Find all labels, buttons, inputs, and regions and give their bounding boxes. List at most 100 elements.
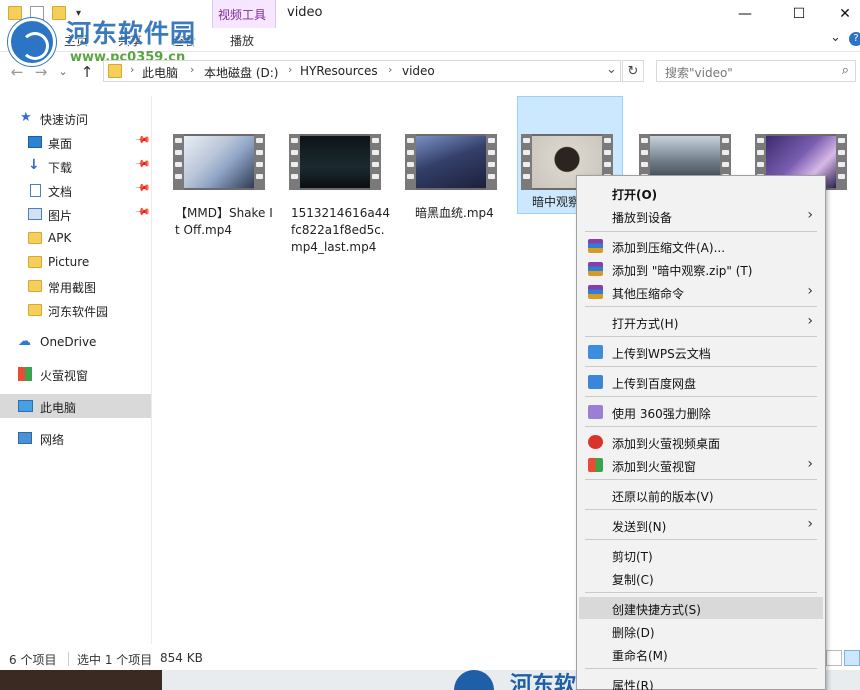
sidebar-item-screenshots[interactable]: 常用截图 <box>0 274 151 298</box>
menu-separator <box>585 592 817 593</box>
minimize-button[interactable]: — <box>722 0 768 28</box>
breadcrumb-separator[interactable]: › <box>388 63 392 76</box>
search-icon[interactable]: ⌕ <box>842 63 849 78</box>
search-input[interactable]: 搜索"video" <box>665 64 733 81</box>
menu-item-upload-baidu[interactable]: 上传到百度网盘 <box>579 371 823 393</box>
properties-icon[interactable] <box>30 6 44 20</box>
pin-icon[interactable]: 📌 <box>134 156 151 173</box>
breadcrumb-separator[interactable]: › <box>288 63 292 76</box>
menu-item-add-to-archive[interactable]: 添加到压缩文件(A)... <box>579 235 823 257</box>
help-icon[interactable]: ? <box>849 32 860 46</box>
menu-item-add-to-zip[interactable]: 添加到 "暗中观察.zip" (T) <box>579 258 823 280</box>
menu-separator <box>585 231 817 232</box>
video-tools-label: 视频工具 <box>218 8 267 22</box>
breadcrumb-separator[interactable]: › <box>130 63 134 76</box>
submenu-arrow-icon: › <box>807 283 813 299</box>
details-view-icon[interactable] <box>826 650 842 666</box>
video-thumbnail <box>405 134 497 190</box>
refresh-button[interactable]: ↻ <box>622 60 644 82</box>
pin-icon[interactable]: 📌 <box>134 132 151 149</box>
menu-item-label: 添加到火萤视频桌面 <box>612 437 721 451</box>
pin-icon[interactable]: 📌 <box>134 204 151 221</box>
file-name: 【MMD】Shake It Off.mp4 <box>175 206 273 237</box>
menu-separator <box>585 396 817 397</box>
sidebar-item-label: 图片 <box>48 209 73 223</box>
menu-item-send-to[interactable]: 发送到(N) › <box>579 514 823 536</box>
menu-item-upload-wps[interactable]: 上传到WPS云文档 <box>579 341 823 363</box>
sidebar-item-pictures[interactable]: 图片 📌 <box>0 202 151 226</box>
menu-item-create-shortcut[interactable]: 创建快捷方式(S) <box>579 597 823 619</box>
pin-icon[interactable]: 📌 <box>134 180 151 197</box>
submenu-arrow-icon: › <box>807 456 813 472</box>
file-name: 1513214616a44fc822a1f8ed5c.mp4_last.mp4 <box>291 206 390 254</box>
menu-item-huoying-desktop[interactable]: 添加到火萤视频桌面 <box>579 431 823 453</box>
file-item[interactable]: 1513214616a44fc822a1f8ed5c.mp4_last.mp4 <box>271 97 390 254</box>
sidebar-item-apk[interactable]: APK <box>0 226 151 250</box>
huoying-icon <box>588 435 603 449</box>
menu-item-label: 剪切(T) <box>612 550 653 564</box>
menu-item-properties[interactable]: 属性(R) <box>579 673 823 690</box>
address-dropdown-icon[interactable]: ⌄ <box>606 62 617 77</box>
recent-locations-button[interactable]: ⌄ <box>54 65 72 78</box>
tab-home[interactable]: 主页 <box>64 32 88 49</box>
tab-view[interactable]: 查看 <box>172 32 196 49</box>
close-button[interactable]: ✕ <box>822 0 860 28</box>
sidebar-item-this-pc[interactable]: 此电脑 <box>0 394 151 418</box>
tab-share[interactable]: 共享 <box>118 32 142 49</box>
sidebar-item-label: 快速访问 <box>40 113 89 127</box>
sidebar-item-label: 常用截图 <box>48 281 97 295</box>
breadcrumb-hyresources[interactable]: HYResources <box>300 64 378 78</box>
menu-item-360-delete[interactable]: 使用 360强力删除 <box>579 401 823 423</box>
winrar-icon <box>588 285 603 299</box>
menu-item-restore-versions[interactable]: 还原以前的版本(V) <box>579 484 823 506</box>
search-box[interactable]: 搜索"video" ⌕ <box>656 60 856 82</box>
menu-item-label: 发送到(N) <box>612 520 667 534</box>
back-button[interactable]: ← <box>8 63 26 81</box>
sidebar-item-documents[interactable]: 文档 📌 <box>0 178 151 202</box>
menu-item-copy[interactable]: 复制(C) <box>579 567 823 589</box>
sidebar-item-picture-folder[interactable]: Picture <box>0 250 151 274</box>
folder-icon <box>108 64 122 78</box>
computer-icon <box>18 400 33 412</box>
shred-icon <box>588 405 603 419</box>
video-thumbnail <box>173 134 265 190</box>
breadcrumb-separator[interactable]: › <box>190 63 194 76</box>
menu-item-huoying-windows[interactable]: 添加到火萤视窗 › <box>579 454 823 476</box>
file-item[interactable]: 暗黑血统.mp4 <box>387 97 497 227</box>
sidebar-item-desktop[interactable]: 桌面 📌 <box>0 130 151 154</box>
menu-item-rename[interactable]: 重命名(M) <box>579 643 823 665</box>
sidebar-item-hedong[interactable]: 河东软件园 <box>0 298 151 322</box>
menu-item-label: 打开方式(H) <box>612 317 679 331</box>
breadcrumb-this-pc[interactable]: 此电脑 <box>142 64 178 81</box>
breadcrumb-video[interactable]: video <box>402 64 435 78</box>
network-icon <box>18 432 32 444</box>
tab-play[interactable]: 播放 <box>230 32 254 49</box>
file-item[interactable]: 【MMD】Shake It Off.mp4 <box>155 97 273 237</box>
maximize-button[interactable]: ☐ <box>776 0 822 28</box>
breadcrumb-local-disk[interactable]: 本地磁盘 (D:) <box>204 64 278 81</box>
up-button[interactable]: ↑ <box>78 63 96 81</box>
menu-separator <box>585 426 817 427</box>
menu-item-other-compress[interactable]: 其他压缩命令 › <box>579 281 823 303</box>
menu-item-label: 上传到百度网盘 <box>612 377 697 391</box>
sidebar-item-huoying[interactable]: 火萤视窗 <box>0 362 151 386</box>
ribbon-expand-icon[interactable]: ⌄ <box>830 30 841 45</box>
folder-icon <box>28 304 42 316</box>
sidebar-item-quick-access[interactable]: ★ 快速访问 <box>0 106 151 130</box>
folder-icon <box>8 6 22 20</box>
menu-item-cast-to-device[interactable]: 播放到设备 › <box>579 205 823 227</box>
address-bar[interactable]: › 此电脑 › 本地磁盘 (D:) › HYResources › video … <box>103 60 621 82</box>
navigation-pane: ★ 快速访问 桌面 📌 ↓ 下载 📌 文档 📌 图片 📌 APK Picture… <box>0 96 152 644</box>
menu-item-delete[interactable]: 删除(D) <box>579 620 823 642</box>
sidebar-item-network[interactable]: 网络 <box>0 426 151 450</box>
sidebar-item-downloads[interactable]: ↓ 下载 📌 <box>0 154 151 178</box>
menu-item-open-with[interactable]: 打开方式(H) › <box>579 311 823 333</box>
new-folder-icon[interactable] <box>52 6 66 20</box>
forward-button[interactable]: → <box>32 63 50 81</box>
document-icon <box>30 184 41 197</box>
menu-item-cut[interactable]: 剪切(T) <box>579 544 823 566</box>
menu-item-open[interactable]: 打开(O) <box>579 182 823 204</box>
large-icons-view-icon[interactable] <box>844 650 860 666</box>
sidebar-item-onedrive[interactable]: ☁ OneDrive <box>0 330 151 354</box>
quick-access-dropdown-icon[interactable]: ▾ <box>76 8 90 22</box>
